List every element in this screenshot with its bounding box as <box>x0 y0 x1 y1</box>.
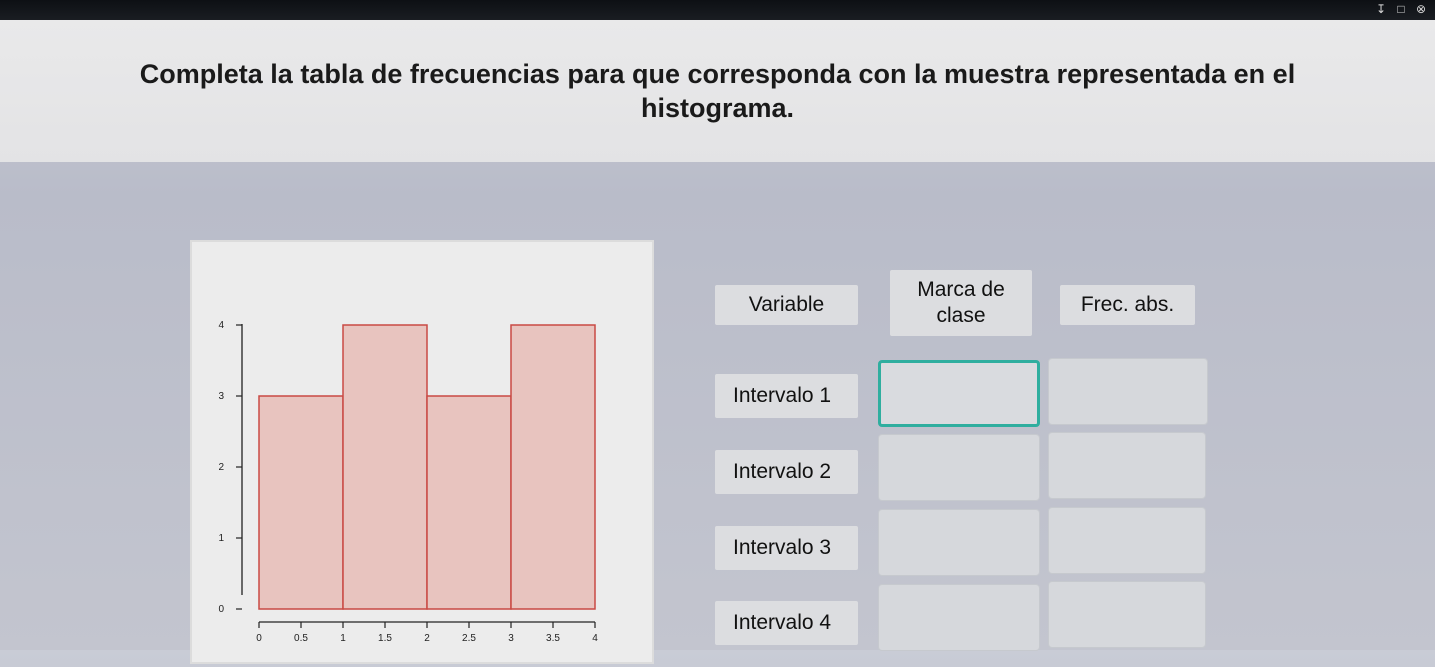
close-icon[interactable]: ⊗ <box>1415 2 1427 16</box>
histogram-panel: 0 1 2 3 4 0 0.5 1 1.5 2 2.5 3 3.5 4 <box>190 240 654 664</box>
x-tick-label: 0.5 <box>294 633 308 644</box>
header-frec-abs: Frec. abs. <box>1060 285 1195 325</box>
row-label-intervalo-4: Intervalo 4 <box>715 601 858 645</box>
row-label-text: Intervalo 4 <box>733 611 832 634</box>
question-header: Completa la tabla de frecuencias para qu… <box>0 20 1435 162</box>
row-label-text: Intervalo 3 <box>733 536 832 559</box>
histogram-bar-2 <box>342 324 428 610</box>
row-label-intervalo-2: Intervalo 2 <box>715 450 858 494</box>
system-top-bar: ↧ □ ⊗ <box>0 0 1435 20</box>
x-tick-label: 2 <box>424 633 430 644</box>
instruction-text: Completa la tabla de frecuencias para qu… <box>139 59 1296 123</box>
x-tick-label: 3.5 <box>546 633 560 644</box>
row-label-intervalo-1: Intervalo 1 <box>715 374 858 418</box>
histogram-bar-1 <box>258 395 344 610</box>
histogram-bar-3 <box>426 395 512 610</box>
input-frec-intervalo-1[interactable] <box>1048 358 1208 425</box>
row-label-intervalo-3: Intervalo 3 <box>715 526 858 570</box>
input-marca-intervalo-4[interactable] <box>878 584 1040 651</box>
header-marca-line1: Marca de <box>917 278 1005 301</box>
x-tick-label: 3 <box>508 633 514 644</box>
row-label-text: Intervalo 2 <box>733 460 832 483</box>
header-variable: Variable <box>715 285 858 325</box>
x-tick-label: 0 <box>256 633 262 644</box>
input-marca-intervalo-1[interactable] <box>878 360 1040 427</box>
y-tick-label: 3 <box>218 391 224 402</box>
histogram-chart: 0 1 2 3 4 0 0.5 1 1.5 2 2.5 3 3.5 4 <box>218 320 598 644</box>
x-tick-label: 1.5 <box>378 633 392 644</box>
y-tick-label: 0 <box>218 604 224 615</box>
row-label-text: Intervalo 1 <box>733 384 832 407</box>
y-tick-label: 2 <box>218 462 224 473</box>
header-frec-label: Frec. abs. <box>1080 293 1175 316</box>
header-marca-de-clase: Marca de clase <box>890 270 1032 336</box>
input-frec-intervalo-2[interactable] <box>1048 432 1206 499</box>
window-controls: ↧ □ ⊗ <box>1375 2 1427 16</box>
x-tick-label: 4 <box>592 633 598 644</box>
y-tick-label: 1 <box>218 533 224 544</box>
input-marca-intervalo-3[interactable] <box>878 509 1040 576</box>
pin-icon[interactable]: ↧ <box>1375 2 1387 16</box>
input-frec-intervalo-3[interactable] <box>1048 507 1206 574</box>
y-tick-label: 4 <box>218 320 224 331</box>
input-marca-intervalo-2[interactable] <box>878 434 1040 501</box>
maximize-icon[interactable]: □ <box>1395 2 1407 16</box>
header-marca-line2: clase <box>936 304 986 327</box>
input-frec-intervalo-4[interactable] <box>1048 581 1206 648</box>
histogram-bar-4 <box>510 324 596 610</box>
x-tick-label: 2.5 <box>462 633 476 644</box>
x-tick-label: 1 <box>340 633 346 644</box>
header-variable-label: Variable <box>748 293 825 316</box>
